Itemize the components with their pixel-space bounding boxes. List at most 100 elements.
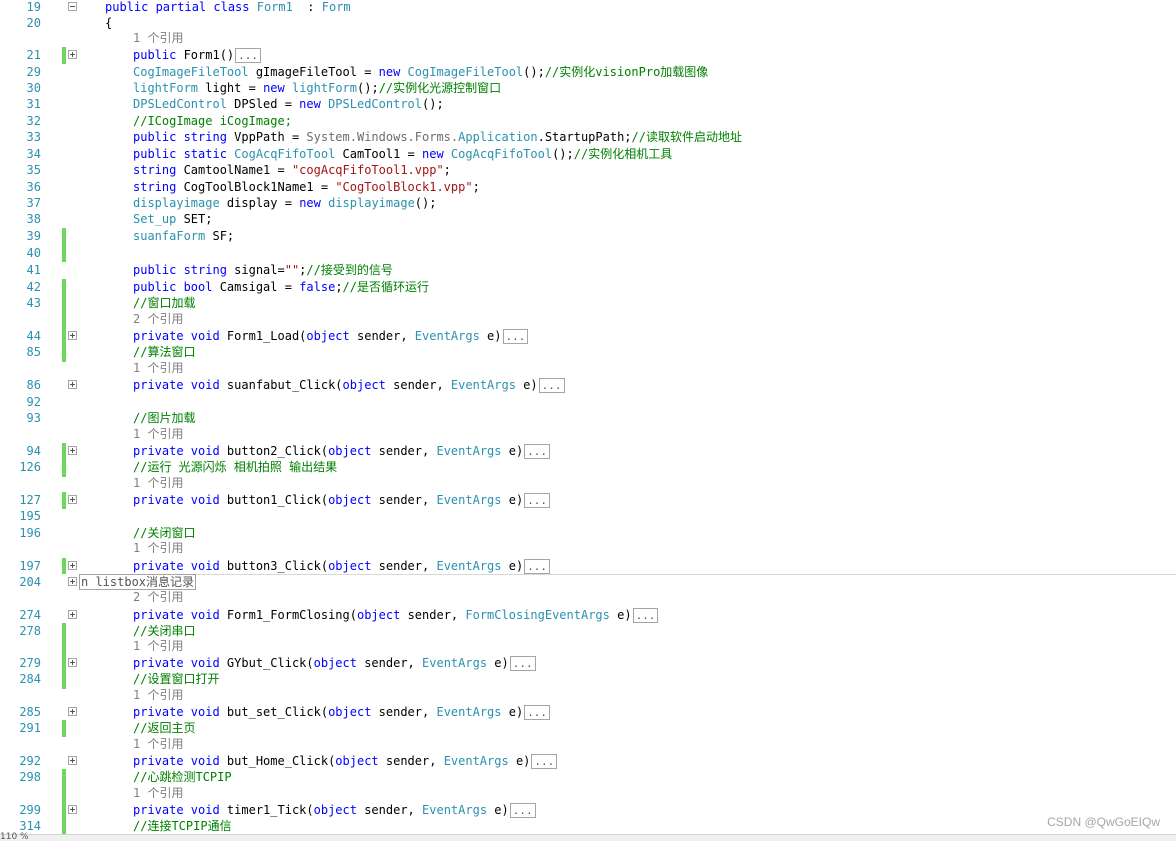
code-line[interactable]: //运行 光源闪烁 相机拍照 输出结果: [133, 459, 337, 475]
expand-icon[interactable]: [68, 561, 77, 570]
code-line[interactable]: public string VppPath = System.Windows.F…: [133, 129, 742, 145]
code-line[interactable]: private void button1_Click(object sender…: [133, 492, 551, 508]
reference-count[interactable]: 1 个引用: [133, 31, 183, 45]
code-token: button3_Click(: [219, 559, 329, 573]
code-line[interactable]: suanfaForm SF;: [133, 228, 234, 244]
expand-icon[interactable]: [68, 380, 77, 389]
code-line[interactable]: public partial class Form1 : Form: [105, 0, 351, 15]
collapsed-body-button[interactable]: ...: [538, 378, 565, 393]
region-separator-line: [79, 574, 1176, 575]
code-line[interactable]: public static CogAcqFifoTool CamTool1 = …: [133, 146, 672, 162]
collapsed-body-button[interactable]: ...: [531, 754, 558, 769]
reference-count[interactable]: 1 个引用: [133, 427, 183, 441]
code-line[interactable]: private void button3_Click(object sender…: [133, 558, 551, 574]
code-line[interactable]: displayimage display = new displayimage(…: [133, 195, 436, 211]
expand-icon[interactable]: [68, 805, 77, 814]
change-indicator: [62, 443, 66, 477]
collapsed-body-button[interactable]: ...: [509, 656, 536, 671]
code-line[interactable]: string CogToolBlock1Name1 = "CogToolBloc…: [133, 179, 480, 195]
reference-count[interactable]: 1 个引用: [133, 786, 183, 800]
code-token: DPSLedControl: [328, 97, 422, 111]
code-line[interactable]: DPSLedControl DPSled = new DPSLedControl…: [133, 96, 444, 112]
expand-icon[interactable]: [68, 707, 77, 716]
expand-icon[interactable]: [68, 610, 77, 619]
code-token: ;: [443, 163, 451, 177]
zoom-level[interactable]: 110 %: [0, 833, 29, 842]
code-editor[interactable]: n listbox消息记录 19 public partial class For…: [0, 0, 1176, 834]
code-token: lightForm: [291, 81, 357, 95]
collapse-icon[interactable]: [68, 2, 77, 11]
code-line[interactable]: //图片加载: [133, 410, 195, 426]
code-token: new: [263, 81, 292, 95]
reference-count[interactable]: 2 个引用: [133, 312, 183, 326]
code-line[interactable]: private void Form1_FormClosing(object se…: [133, 607, 659, 623]
code-line[interactable]: //算法窗口: [133, 344, 195, 360]
expand-icon[interactable]: [68, 577, 77, 586]
collapsed-body-button[interactable]: ...: [235, 48, 262, 63]
collapsed-body-button[interactable]: ...: [524, 444, 551, 459]
code-token: private void: [133, 329, 220, 343]
code-token: {: [105, 16, 113, 30]
expand-icon[interactable]: [68, 50, 77, 59]
code-token: DPSled =: [226, 97, 300, 111]
reference-count[interactable]: 1 个引用: [133, 541, 183, 555]
expand-icon[interactable]: [68, 756, 77, 765]
code-line[interactable]: //心跳检测TCPIP: [133, 769, 232, 785]
code-line[interactable]: public string signal="";//接受到的信号: [133, 262, 393, 278]
code-token: GYbut_Click(: [219, 656, 314, 670]
reference-count[interactable]: 1 个引用: [133, 476, 183, 490]
collapsed-region-label[interactable]: n listbox消息记录: [79, 574, 197, 590]
code-line[interactable]: //关闭窗口: [133, 525, 195, 541]
change-indicator: [62, 623, 66, 689]
reference-count[interactable]: 1 个引用: [133, 361, 183, 375]
code-token: VppPath =: [226, 130, 307, 144]
code-line[interactable]: public Form1()...: [133, 47, 262, 63]
reference-count[interactable]: 1 个引用: [133, 639, 183, 653]
code-line[interactable]: //设置窗口打开: [133, 671, 219, 687]
code-token: private void: [133, 656, 220, 670]
expand-icon[interactable]: [68, 495, 77, 504]
code-line[interactable]: private void Form1_Load(object sender, E…: [133, 328, 529, 344]
code-line[interactable]: private void suanfabut_Click(object send…: [133, 377, 565, 393]
code-line[interactable]: //关闭串口: [133, 623, 195, 639]
code-line[interactable]: public bool Camsigal = false;//是否循环运行: [133, 279, 429, 295]
line-number: 291: [19, 721, 41, 735]
code-line[interactable]: private void button2_Click(object sender…: [133, 443, 551, 459]
code-token: SF;: [205, 229, 235, 243]
expand-icon[interactable]: [68, 446, 77, 455]
reference-count[interactable]: 2 个引用: [133, 590, 183, 604]
reference-count[interactable]: 1 个引用: [133, 688, 183, 702]
code-line[interactable]: CogImageFileTool gImageFileTool = new Co…: [133, 64, 708, 80]
code-line[interactable]: //窗口加载: [133, 295, 195, 311]
code-line[interactable]: Set_up SET;: [133, 211, 212, 227]
code-line[interactable]: private void timer1_Tick(object sender, …: [133, 802, 536, 818]
collapsed-body-button[interactable]: ...: [524, 493, 551, 508]
code-token: CogAcqFifoTool: [450, 147, 553, 161]
collapsed-body-button[interactable]: ...: [524, 559, 551, 574]
code-line[interactable]: private void but_Home_Click(object sende…: [133, 753, 558, 769]
code-line[interactable]: //连接TCPIP通信: [133, 818, 232, 834]
line-number: 126: [19, 460, 41, 474]
expand-icon[interactable]: [68, 658, 77, 667]
code-token: DPSLedControl: [133, 97, 227, 111]
collapsed-body-button[interactable]: ...: [509, 803, 536, 818]
code-line[interactable]: //返回主页: [133, 720, 195, 736]
collapsed-body-button[interactable]: ...: [632, 608, 659, 623]
code-token: object: [328, 493, 372, 507]
code-line[interactable]: private void GYbut_Click(object sender, …: [133, 655, 536, 671]
code-token: new: [422, 147, 451, 161]
collapsed-body-button[interactable]: ...: [524, 705, 551, 720]
code-token: button2_Click(: [219, 444, 329, 458]
code-token: light =: [198, 81, 264, 95]
code-line[interactable]: private void but_set_Click(object sender…: [133, 704, 551, 720]
code-line[interactable]: //ICogImage iCogImage;: [133, 113, 292, 129]
code-line[interactable]: {: [105, 15, 112, 31]
collapsed-body-button[interactable]: ...: [502, 329, 529, 344]
code-token: sender,: [400, 608, 466, 622]
line-number: 39: [26, 229, 41, 243]
expand-icon[interactable]: [68, 331, 77, 340]
code-token: e): [487, 656, 509, 670]
reference-count[interactable]: 1 个引用: [133, 737, 183, 751]
code-line[interactable]: lightForm light = new lightForm();//实例化光…: [133, 80, 501, 96]
code-line[interactable]: string CamtoolName1 = "cogAcqFifoTool1.v…: [133, 162, 451, 178]
